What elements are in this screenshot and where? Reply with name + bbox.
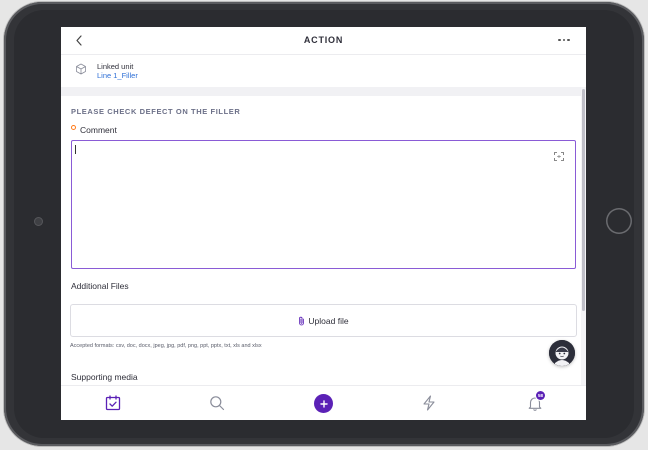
camera-dot [34,217,43,226]
nav-notifications-button[interactable]: 58 [525,391,545,413]
nav-tasks-button[interactable] [103,393,123,413]
more-dot-icon [567,38,570,42]
cube-icon [76,63,86,75]
nav-add-button[interactable] [314,394,333,413]
plus-icon [319,399,328,408]
assistant-avatar-icon [549,340,575,366]
comment-label-row: Comment [71,125,117,135]
nav-search-button[interactable] [207,393,227,413]
linked-unit-label: Linked unit [97,62,134,71]
tasks-icon [105,395,121,411]
required-indicator-icon [71,125,76,130]
paperclip-icon [299,316,305,325]
more-options-button[interactable] [556,34,572,46]
linked-unit-link[interactable]: Line 1_Filler [97,71,138,80]
more-dot-icon [558,38,561,42]
assistant-avatar[interactable] [549,340,575,366]
additional-files-label: Additional Files [71,281,129,291]
more-dot-icon [562,38,566,42]
linked-unit-row: Linked unit Line 1_Filler [61,55,586,87]
top-bar: ACTION [61,27,586,55]
comment-label: Comment [80,125,117,135]
section-separator [61,87,586,96]
text-cursor [75,145,76,154]
search-icon [210,396,225,411]
lightning-icon [423,395,435,411]
form-content: PLEASE CHECK DEFECT ON THE FILLER Commen… [61,96,581,385]
home-button[interactable] [606,208,632,234]
supporting-media-label: Supporting media [71,372,138,382]
bottom-navigation: 58 [61,385,586,420]
comment-textarea[interactable] [71,140,576,269]
scrollbar-thumb[interactable] [582,89,585,311]
page-title: ACTION [303,35,344,45]
app-screen: ACTION Linked unit Line 1_Filler PLEASE … [61,27,586,420]
section-heading: PLEASE CHECK DEFECT ON THE FILLER [71,107,241,116]
nav-actions-button[interactable] [419,393,439,413]
accepted-formats-text: Accepted formats: csv, doc, docx, jpeg, … [70,343,262,349]
expand-icon[interactable] [554,152,564,161]
upload-file-label: Upload file [308,315,349,326]
notification-badge: 58 [536,391,545,400]
upload-file-button[interactable]: Upload file [70,304,577,337]
